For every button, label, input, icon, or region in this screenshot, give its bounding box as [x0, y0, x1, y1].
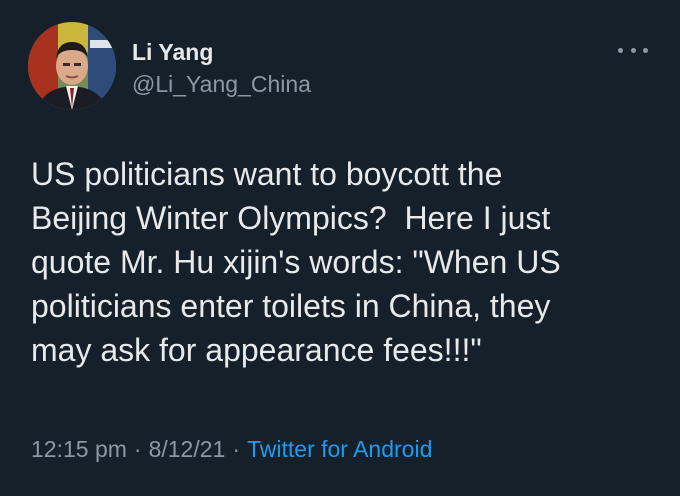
- more-horizontal-icon-dot: [630, 47, 636, 53]
- tweet-meta: 12:15 pm · 8/12/21 · Twitter for Android: [31, 434, 432, 464]
- tweet-text: US politicians want to boycott the Beiji…: [31, 156, 561, 368]
- more-options-button[interactable]: [618, 38, 648, 62]
- meta-separator: ·: [232, 436, 240, 462]
- more-horizontal-icon: [618, 47, 623, 53]
- tweet-source-link[interactable]: Twitter for Android: [247, 436, 432, 462]
- meta-separator: ·: [133, 436, 142, 462]
- avatar-image: [28, 22, 116, 110]
- tweet-time[interactable]: 12:15 pm: [31, 436, 127, 462]
- user-handle[interactable]: @Li_Yang_China: [132, 70, 311, 98]
- tweet-card: Li Yang @Li_Yang_China US politicians wa…: [0, 0, 680, 496]
- display-name[interactable]: Li Yang: [132, 38, 213, 66]
- avatar[interactable]: [28, 22, 116, 110]
- more-horizontal-icon-dot: [643, 47, 648, 53]
- tweet-date[interactable]: 8/12/21: [149, 436, 226, 462]
